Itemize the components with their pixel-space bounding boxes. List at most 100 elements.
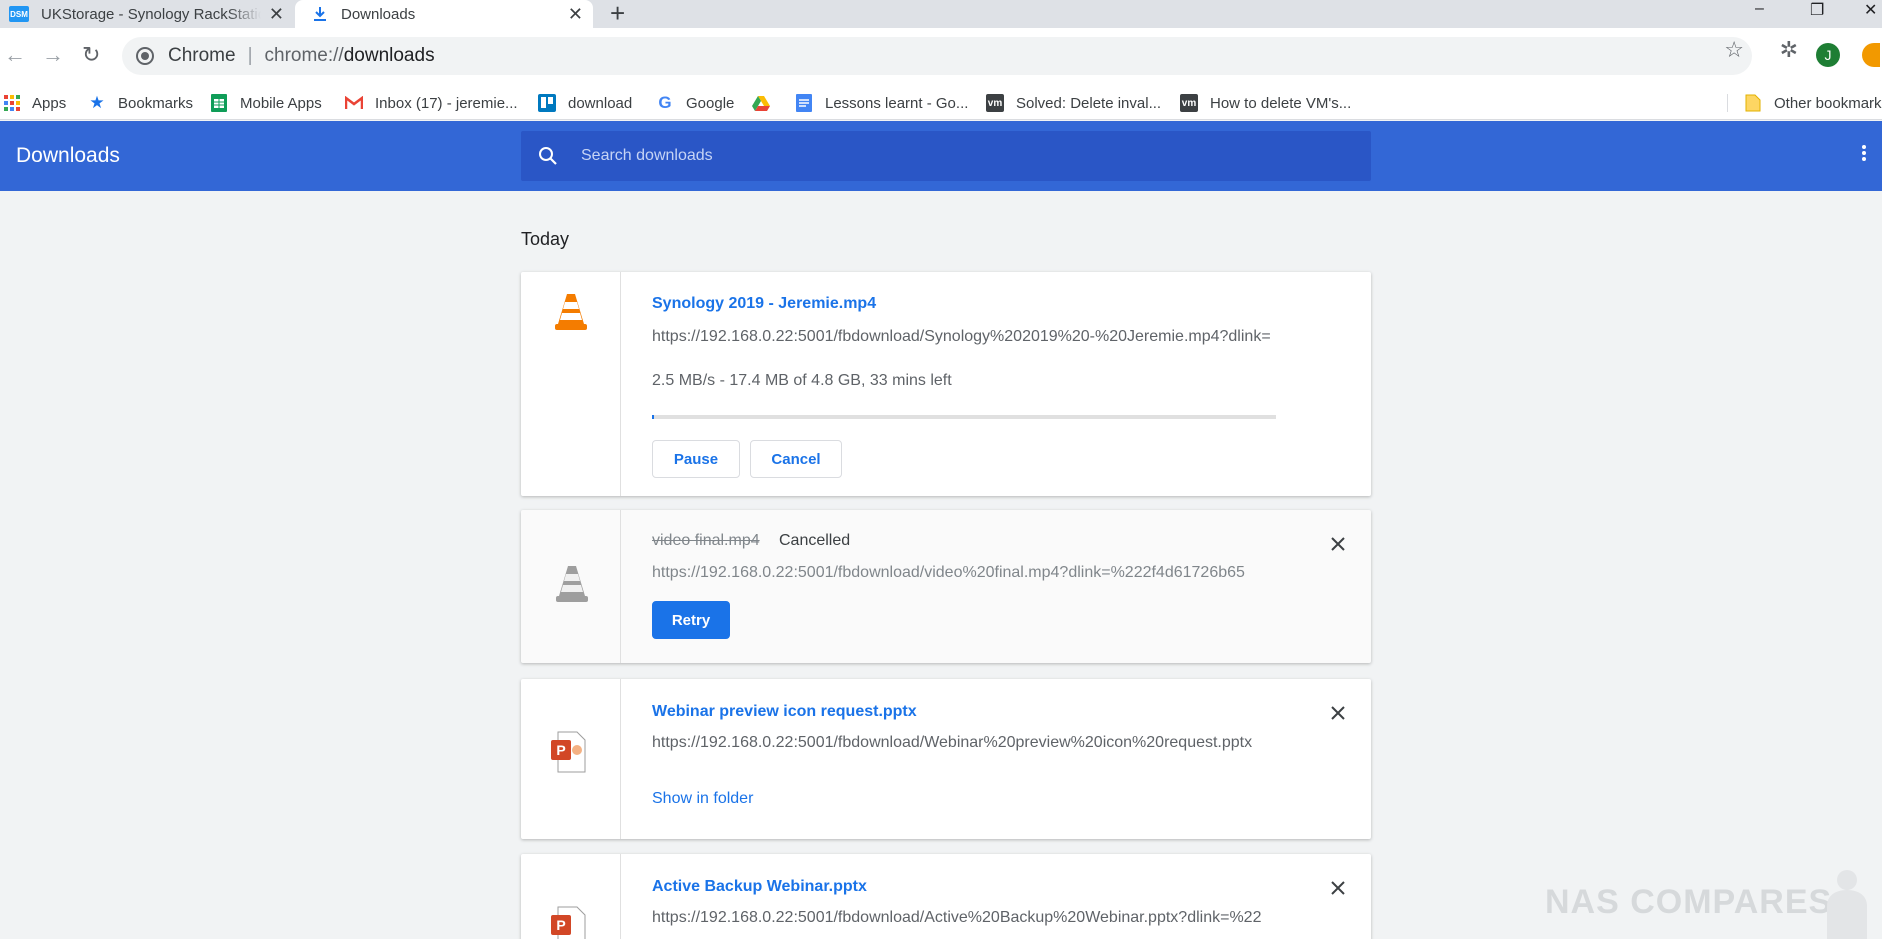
bookmark-lessons-learnt[interactable]: Lessons learnt - Go... (795, 86, 968, 120)
bookmark-solved-delete[interactable]: vm Solved: Delete inval... (986, 86, 1161, 120)
folder-icon (1744, 94, 1762, 112)
bookmark-bookmarks[interactable]: ★ Bookmarks (88, 86, 193, 120)
browser-toolbar: ← → ↻ Chrome | chrome:// downloads ☆ ✲ J (0, 28, 1882, 86)
pause-button[interactable]: Pause (652, 440, 740, 478)
file-icon-column: P (521, 679, 621, 839)
avatar[interactable]: J (1816, 43, 1840, 67)
file-name-link[interactable]: Synology 2019 - Jeremie.mp4 (652, 295, 876, 313)
download-item: video final.mp4 Cancelled https://192.16… (521, 510, 1371, 663)
bookmark-inbox[interactable]: Inbox (17) - jeremie... (345, 86, 518, 120)
search-input[interactable] (581, 147, 1341, 165)
bookmark-drive[interactable] (752, 86, 782, 120)
drive-icon (752, 94, 770, 112)
remove-close-icon[interactable] (1329, 535, 1347, 553)
section-date-header: Today (521, 229, 570, 249)
file-icon-column: P (521, 854, 621, 939)
download-icon (311, 5, 329, 23)
trello-icon (538, 94, 556, 112)
watermark-text: NAS COMPARES (1545, 883, 1833, 921)
tab-ukstorage[interactable]: DSM UKStorage - Synology RackStatio ✕ (0, 0, 294, 28)
vlc-cone-grey-icon (556, 566, 588, 602)
tab-close-icon[interactable]: ✕ (568, 4, 583, 24)
page-title: Downloads (16, 144, 120, 167)
update-badge[interactable] (1862, 43, 1880, 67)
tab-title: UKStorage - Synology RackStatio (41, 5, 261, 23)
watermark-person-icon (1827, 870, 1867, 939)
bookmark-label: Google (686, 94, 735, 112)
bookmark-google[interactable]: G Google (656, 86, 734, 120)
remove-close-icon[interactable] (1329, 879, 1347, 897)
search-icon (537, 145, 559, 167)
maximize-button[interactable]: ❐ (1810, 0, 1824, 22)
sheets-icon (210, 94, 228, 112)
apps-grid-icon (4, 95, 20, 111)
vmware-icon: vm (986, 94, 1004, 112)
tab-strip: DSM UKStorage - Synology RackStatio ✕ Do… (0, 0, 1882, 28)
powerpoint-file-icon: P (551, 731, 586, 773)
cancel-button[interactable]: Cancel (750, 440, 842, 478)
separator: | (247, 45, 253, 66)
bookmark-apps[interactable]: Apps (4, 86, 66, 120)
bookmark-mobile-apps[interactable]: Mobile Apps (210, 86, 322, 120)
bookmark-label: Solved: Delete inval... (1016, 94, 1162, 112)
bookmark-label: Other bookmarks (1774, 94, 1882, 112)
vlc-cone-icon (555, 294, 587, 330)
bookmark-label: Lessons learnt - Go... (825, 94, 969, 112)
bookmark-label: download (568, 94, 633, 112)
bookmark-how-to-delete[interactable]: vm How to delete VM's... (1180, 86, 1351, 120)
extension-icon[interactable]: ✲ (1780, 37, 1798, 63)
bookmark-label: Bookmarks (118, 94, 194, 112)
bookmark-star-icon[interactable]: ☆ (1724, 37, 1744, 63)
gmail-icon (345, 94, 363, 112)
tab-downloads[interactable]: Downloads ✕ (295, 0, 593, 28)
bookmark-label: Apps (32, 94, 67, 112)
url-scheme: chrome:// (264, 45, 344, 66)
search-box[interactable] (521, 131, 1371, 181)
bookmark-download[interactable]: download (538, 86, 632, 120)
bookmarks-divider (1727, 94, 1728, 112)
source-url[interactable]: https://192.168.0.22:5001/fbdownload/Syn… (652, 328, 1278, 346)
status-badge: Cancelled (779, 532, 851, 549)
docs-icon (795, 94, 813, 112)
file-name-link[interactable]: Webinar preview icon request.pptx (652, 703, 917, 721)
source-url: https://192.168.0.22:5001/fbdownload/vid… (652, 564, 1245, 581)
bookmark-label: Mobile Apps (240, 94, 322, 112)
site-label: Chrome (168, 45, 236, 66)
window-close-button[interactable]: ✕ (1864, 0, 1877, 22)
download-item: P Active Backup Webinar.pptx https://192… (521, 854, 1371, 939)
chrome-icon (136, 47, 154, 65)
bookmark-other[interactable]: Other bookmarks (1744, 86, 1882, 120)
download-item: Synology 2019 - Jeremie.mp4 https://192.… (521, 272, 1371, 496)
file-icon-column (521, 510, 621, 663)
tab-title: Downloads (341, 5, 416, 23)
remove-close-icon[interactable] (1329, 704, 1347, 722)
minimize-button[interactable]: – (1755, 0, 1764, 22)
powerpoint-file-icon: P (551, 906, 586, 939)
dsm-favicon-icon: DSM (9, 6, 29, 22)
bookmarks-bar: Apps ★ Bookmarks Mobile Apps Inbox (17) … (0, 86, 1882, 120)
google-icon: G (658, 93, 672, 112)
download-item: P Webinar preview icon request.pptx http… (521, 679, 1371, 839)
new-tab-button[interactable]: + (610, 0, 625, 26)
source-url[interactable]: https://192.168.0.22:5001/fbdownload/Act… (652, 909, 1278, 927)
source-url[interactable]: https://192.168.0.22:5001/fbdownload/Web… (652, 734, 1278, 752)
progress-fill (652, 415, 655, 419)
star-icon: ★ (89, 93, 105, 112)
file-name: video final.mp4 (652, 532, 760, 549)
url-host: downloads (343, 45, 435, 66)
retry-button[interactable]: Retry (652, 601, 730, 639)
svg-text:P: P (556, 742, 565, 758)
address-bar[interactable]: Chrome | chrome:// downloads (122, 37, 1752, 75)
vmware-icon: vm (1180, 94, 1198, 112)
file-name-link[interactable]: Active Backup Webinar.pptx (652, 878, 867, 896)
svg-text:P: P (556, 917, 565, 933)
reload-button[interactable]: ↻ (82, 44, 100, 66)
progress-status: 2.5 MB/s - 17.4 MB of 4.8 GB, 33 mins le… (652, 372, 952, 389)
tab-close-icon[interactable]: ✕ (269, 4, 284, 24)
back-button[interactable]: ← (4, 44, 26, 66)
more-options-icon[interactable] (1862, 145, 1866, 163)
show-in-folder-link[interactable]: Show in folder (652, 790, 753, 808)
forward-button[interactable]: → (42, 44, 64, 66)
bookmark-label: Inbox (17) - jeremie... (375, 94, 518, 112)
downloads-list: Today Synology 2019 - Jeremie.mp4 https:… (0, 191, 1882, 939)
